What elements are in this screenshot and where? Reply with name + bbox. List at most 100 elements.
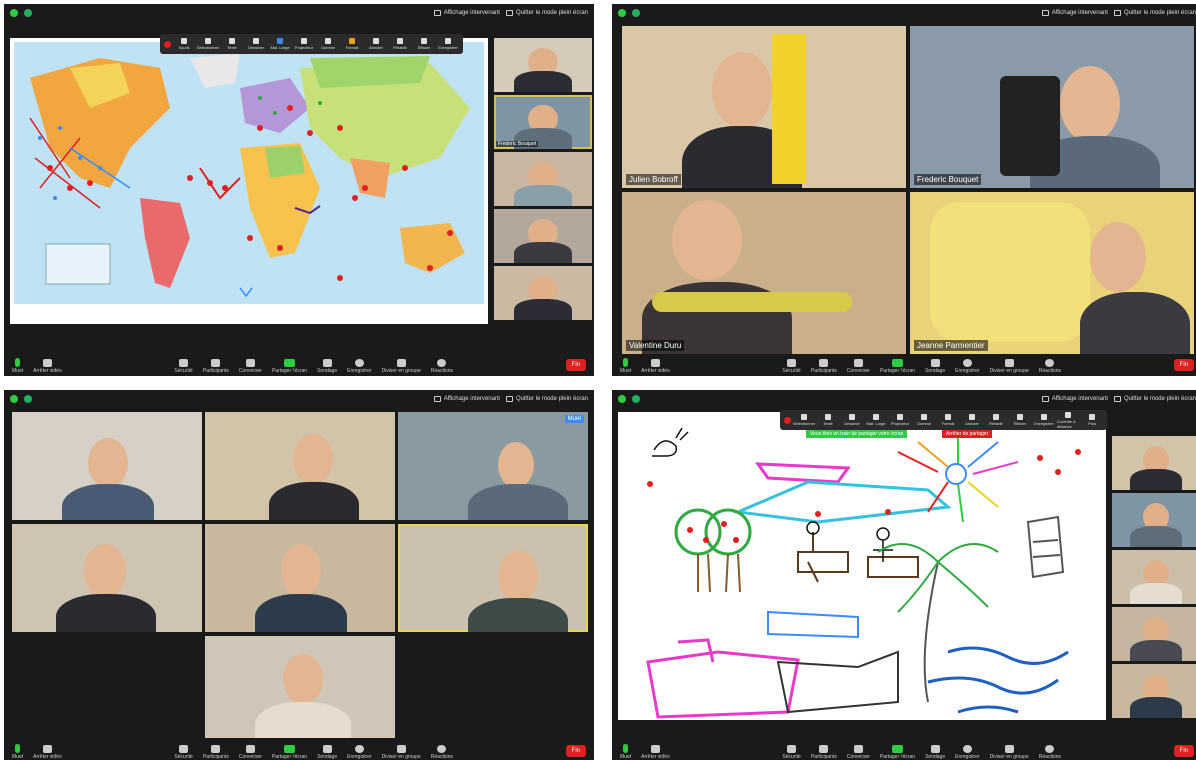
exit-fullscreen-button[interactable]: Quitter le mode plein écran xyxy=(1113,10,1196,16)
participant-thumb[interactable] xyxy=(494,266,592,320)
breakout-button[interactable]: Diviser en groupe xyxy=(990,359,1029,374)
record-button[interactable]: Enregistrer xyxy=(347,745,372,760)
end-meeting-button[interactable]: Fin xyxy=(1173,359,1194,371)
video-tile[interactable] xyxy=(12,412,202,520)
tool-undo[interactable]: Annuler xyxy=(961,414,983,426)
tool-format[interactable]: Format xyxy=(341,38,363,50)
tool-draw[interactable]: Dessiner xyxy=(841,414,863,426)
video-tile[interactable]: Jeanne Parmentier xyxy=(910,192,1194,354)
mute-button[interactable]: Muet xyxy=(620,358,631,374)
tool-draw[interactable]: Dessiner xyxy=(245,38,267,50)
end-meeting-button[interactable]: Fin xyxy=(1173,745,1194,757)
security-button[interactable]: Sécurité xyxy=(174,745,193,760)
video-tile[interactable]: Valentine Duru xyxy=(622,192,906,354)
stop-video-button[interactable]: Arrêter vidéo xyxy=(33,745,62,760)
participant-thumb[interactable] xyxy=(1112,664,1196,718)
share-screen-button[interactable]: Partager l'écran xyxy=(272,359,307,374)
tool-redo[interactable]: Rétablir xyxy=(389,38,411,50)
record-button[interactable]: Enregistrer xyxy=(955,359,980,374)
tool-stamp[interactable]: Mat. Large xyxy=(865,414,887,426)
participants-button[interactable]: Participants xyxy=(203,745,229,760)
tool-clear[interactable]: Effacer xyxy=(1009,414,1031,426)
reactions-button[interactable]: Réactions xyxy=(1039,359,1061,374)
stop-share-button[interactable]: Arrêter de partager xyxy=(942,430,993,438)
tool-clear[interactable]: Effacer xyxy=(413,38,435,50)
chat-button[interactable]: Converser xyxy=(239,359,262,374)
participant-thumb[interactable]: Frederic Bouquet xyxy=(494,95,592,149)
shield-icon[interactable] xyxy=(632,9,640,17)
tool-eraser[interactable]: Gomme xyxy=(913,414,935,426)
poll-button[interactable]: Sondage xyxy=(317,359,337,374)
poll-button[interactable]: Sondage xyxy=(925,745,945,760)
breakout-button[interactable]: Diviser en groupe xyxy=(382,745,421,760)
tool-mouse[interactable]: Souris xyxy=(173,38,195,50)
share-screen-button[interactable]: Partager l'écran xyxy=(880,359,915,374)
poll-button[interactable]: Sondage xyxy=(925,359,945,374)
participants-button[interactable]: Participants xyxy=(811,359,837,374)
share-screen-button[interactable]: Partager l'écran xyxy=(272,745,307,760)
reactions-button[interactable]: Réactions xyxy=(1039,745,1061,760)
reactions-button[interactable]: Réactions xyxy=(431,359,453,374)
tool-save[interactable]: Enregistrer xyxy=(1033,414,1055,426)
connection-icon[interactable] xyxy=(10,395,18,403)
tool-select[interactable]: Sélectionner xyxy=(197,38,219,50)
speaker-view-button[interactable]: Affichage intervenant xyxy=(433,10,500,16)
chat-button[interactable]: Converser xyxy=(239,745,262,760)
breakout-button[interactable]: Diviser en groupe xyxy=(990,745,1029,760)
connection-icon[interactable] xyxy=(618,395,626,403)
exit-fullscreen-button[interactable]: Quitter le mode plein écran xyxy=(505,396,588,402)
speaker-view-button[interactable]: Affichage intervenant xyxy=(433,396,500,402)
mute-button[interactable]: Muet xyxy=(12,358,23,374)
record-button[interactable]: Enregistrer xyxy=(955,745,980,760)
close-annotation-icon[interactable] xyxy=(164,40,171,48)
tool-format[interactable]: Format xyxy=(937,414,959,426)
security-button[interactable]: Sécurité xyxy=(174,359,193,374)
security-button[interactable]: Sécurité xyxy=(782,745,801,760)
end-meeting-button[interactable]: Fin xyxy=(565,359,586,371)
video-tile[interactable] xyxy=(205,412,395,520)
video-tile[interactable]: Frederic Bouquet xyxy=(910,26,1194,188)
tool-undo[interactable]: Annuler xyxy=(365,38,387,50)
poll-button[interactable]: Sondage xyxy=(317,745,337,760)
mute-button[interactable]: Muet xyxy=(12,744,23,760)
security-button[interactable]: Sécurité xyxy=(782,359,801,374)
tool-spotlight[interactable]: Projecteur xyxy=(889,414,911,426)
tool-text[interactable]: Texte xyxy=(221,38,243,50)
chat-button[interactable]: Converser xyxy=(847,359,870,374)
record-button[interactable]: Enregistrer xyxy=(347,359,372,374)
video-tile[interactable] xyxy=(398,524,588,632)
reactions-button[interactable]: Réactions xyxy=(431,745,453,760)
stop-video-button[interactable]: Arrêter vidéo xyxy=(641,359,670,374)
connection-icon[interactable] xyxy=(618,9,626,17)
tool-save[interactable]: Enregistrer xyxy=(437,38,459,50)
shield-icon[interactable] xyxy=(24,395,32,403)
tool-spotlight[interactable]: Projecteur xyxy=(293,38,315,50)
breakout-button[interactable]: Diviser en groupe xyxy=(382,359,421,374)
participant-thumb[interactable] xyxy=(494,152,592,206)
video-tile[interactable]: Julien Bobroff xyxy=(622,26,906,188)
participants-button[interactable]: Participants xyxy=(811,745,837,760)
connection-icon[interactable] xyxy=(10,9,18,17)
tool-eraser[interactable]: Gomme xyxy=(317,38,339,50)
shared-world-map[interactable] xyxy=(10,38,488,324)
participant-thumb[interactable] xyxy=(494,38,592,92)
participant-thumb[interactable] xyxy=(494,209,592,263)
mute-button[interactable]: Muet xyxy=(620,744,631,760)
close-annotation-icon[interactable] xyxy=(784,416,791,424)
speaker-view-button[interactable]: Affichage intervenant xyxy=(1041,10,1108,16)
speaker-view-button[interactable]: Affichage intervenant xyxy=(1041,396,1108,402)
tool-text[interactable]: Texte xyxy=(817,414,839,426)
video-tile[interactable] xyxy=(205,524,395,632)
video-tile[interactable] xyxy=(205,636,395,738)
more-button[interactable]: Plus xyxy=(1081,414,1103,426)
shield-icon[interactable] xyxy=(632,395,640,403)
exit-fullscreen-button[interactable]: Quitter le mode plein écran xyxy=(1113,396,1196,402)
participant-thumb[interactable] xyxy=(1112,493,1196,547)
shared-whiteboard[interactable] xyxy=(618,412,1106,720)
participants-button[interactable]: Participants xyxy=(203,359,229,374)
end-meeting-button[interactable]: Fin xyxy=(565,745,586,757)
shield-icon[interactable] xyxy=(24,9,32,17)
participant-thumb[interactable] xyxy=(1112,550,1196,604)
remote-control-button[interactable]: Contrôle à distance xyxy=(1057,411,1079,429)
share-screen-button[interactable]: Partager l'écran xyxy=(880,745,915,760)
